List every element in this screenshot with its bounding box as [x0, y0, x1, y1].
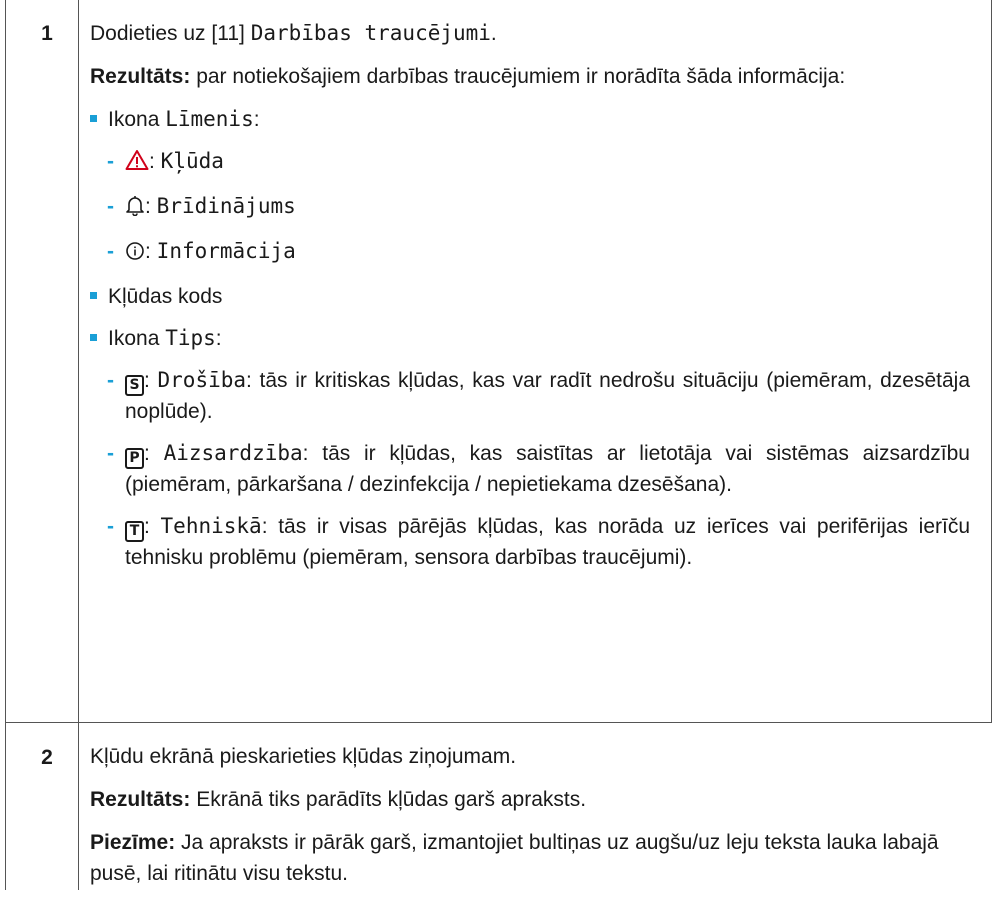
result-label: Rezultāts:: [90, 65, 191, 88]
table-column-divider: [78, 0, 79, 890]
level-label-error: Kļūda: [160, 149, 224, 173]
step-2-result: Rezultāts: Ekrānā tiks parādīts kļūdas g…: [90, 784, 970, 815]
level-prefix: Ikona: [108, 108, 166, 131]
step-2-note: Piezīme: Ja apraksts ir pārāk garš, izma…: [90, 827, 970, 889]
level-suffix: :: [253, 108, 260, 131]
instruction-period: .: [490, 22, 497, 45]
note-text: Ja apraksts ir pārāk garš, izmantojiet b…: [90, 831, 939, 885]
result-text: par notiekošajiem darbības traucējumiem …: [190, 65, 846, 88]
step-2-content: Kļūdu ekrānā pieskarieties kļūdas ziņoju…: [90, 741, 970, 901]
note-label: Piezīme:: [90, 831, 176, 854]
list-item-error-code: Kļūdas kods: [90, 281, 970, 312]
type-separator: :: [144, 369, 158, 392]
bullet-dash: -: [107, 150, 114, 173]
instruction-text: Dodieties uz [11]: [90, 22, 251, 45]
bullet-square: [90, 114, 97, 122]
list-item-level: Ikona Līmenis: - : Kļūda - : Brīdinājums: [90, 104, 970, 270]
level-label-warning: Brīdinājums: [156, 194, 296, 218]
list-item-type-safety: - S: Drošība: tās ir kritiskas kļūdas, k…: [107, 365, 970, 427]
level-separator: :: [145, 195, 157, 218]
type-separator: :: [144, 442, 164, 465]
bullet-square: [90, 291, 97, 299]
level-label-info: Informācija: [156, 239, 296, 263]
level-code: Līmenis: [165, 107, 254, 131]
table-row-divider: [5, 722, 992, 723]
warning-triangle-icon: [125, 149, 149, 180]
safety-s-icon: S: [125, 375, 144, 396]
step-1-result: Rezultāts: par notiekošajiem darbības tr…: [90, 61, 970, 92]
type-label-safety: Drošība: [157, 368, 247, 392]
list-item-type-protection: - P: Aizsardzība: tās ir kļūdas, kas sai…: [107, 438, 970, 500]
menu-path-code: Darbības traucējumi: [250, 21, 491, 45]
level-sublist: - : Kļūda - : Brīdinājums -: Informācij…: [90, 146, 970, 270]
info-list: Ikona Līmenis: - : Kļūda - : Brīdinājums: [90, 104, 970, 573]
step-number-1: 1: [41, 22, 53, 45]
list-item-type-technical: - T: Tehniskā: tās ir visas pārējās kļūd…: [107, 511, 970, 573]
list-item-error-level: - : Kļūda: [107, 146, 970, 180]
bullet-dash: -: [107, 442, 114, 465]
info-circle-icon: [125, 239, 145, 270]
list-item-type: Ikona Tips: - S: Drošība: tās ir kritisk…: [90, 323, 970, 573]
list-item-info-level: - : Informācija: [107, 236, 970, 270]
protection-p-icon: P: [125, 448, 144, 469]
result-text: Ekrānā tiks parādīts kļūdas garš aprakst…: [190, 788, 587, 811]
bell-icon: [125, 194, 145, 225]
instruction-table: 1 Dodieties uz [11] Darbības traucējumi.…: [0, 0, 998, 890]
type-label-technical: Tehniskā: [160, 514, 262, 538]
step-2-instruction: Kļūdu ekrānā pieskarieties kļūdas ziņoju…: [90, 745, 517, 768]
type-code: Tips: [165, 326, 216, 350]
step-number-2: 2: [41, 746, 53, 769]
type-label-protection: Aizsardzība: [163, 441, 303, 465]
level-separator: :: [145, 240, 157, 263]
bullet-dash: -: [107, 240, 114, 263]
step-1-instruction: Dodieties uz [11] Darbības traucējumi.: [90, 18, 970, 49]
table-left-border: [5, 0, 6, 890]
technical-t-icon: T: [125, 521, 144, 542]
level-separator: :: [149, 150, 161, 173]
type-sublist: - S: Drošība: tās ir kritiskas kļūdas, k…: [90, 365, 970, 573]
bullet-dash: -: [107, 369, 114, 392]
bullet-dash: -: [107, 515, 114, 538]
table-right-border: [991, 0, 992, 722]
result-label: Rezultāts:: [90, 788, 191, 811]
type-desc-safety: : tās ir kritiskas kļūdas, kas var radīt…: [125, 369, 971, 423]
type-suffix: :: [215, 327, 222, 350]
bullet-dash: -: [107, 195, 114, 218]
type-separator: :: [144, 515, 161, 538]
list-item-warning-level: - : Brīdinājums: [107, 191, 970, 225]
bullet-square: [90, 333, 97, 341]
type-prefix: Ikona: [108, 327, 166, 350]
error-code-label: Kļūdas kods: [108, 285, 223, 308]
step-1-content: Dodieties uz [11] Darbības traucējumi. R…: [90, 18, 970, 584]
